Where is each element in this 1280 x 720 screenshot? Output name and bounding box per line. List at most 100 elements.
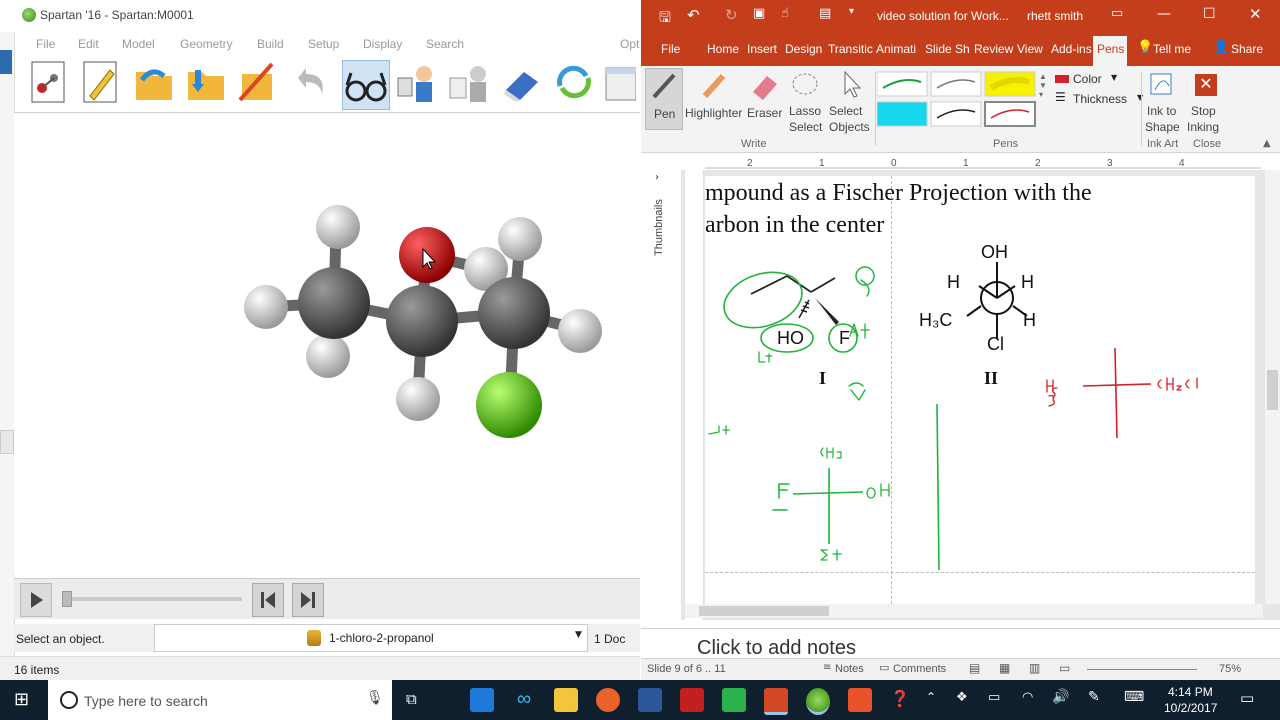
step-forward-button[interactable] [292, 583, 324, 617]
normal-view-icon[interactable]: ▤ [969, 661, 980, 675]
stop-inking-button[interactable]: ✕ Stop Inking [1185, 68, 1229, 134]
menu-search[interactable]: Search [426, 37, 464, 51]
spartan-taskbar-icon[interactable] [806, 688, 830, 715]
reading-view-icon[interactable]: ▥ [1029, 661, 1040, 675]
maximize-icon[interactable]: ☐ [1203, 6, 1216, 22]
minimize-icon[interactable]: — [1157, 6, 1171, 22]
ribbon-display-icon[interactable]: ▭ [1111, 6, 1123, 21]
volume-icon[interactable]: 🔊 [1052, 689, 1069, 705]
comments-button[interactable]: Comments [893, 663, 946, 675]
pen-gallery[interactable] [876, 70, 1043, 130]
close-icon[interactable]: ✕ [1249, 5, 1262, 23]
slideshow-icon[interactable]: ▭ [1059, 661, 1070, 675]
window-button[interactable] [604, 60, 637, 108]
ppt-user-name[interactable]: rhett smith [1027, 9, 1083, 23]
vertical-scrollbar[interactable] [1265, 170, 1280, 604]
dropbox-icon[interactable]: ❖ [956, 690, 968, 705]
windows-start-icon[interactable]: ⊞ [14, 689, 29, 710]
menu-setup[interactable]: Setup [308, 37, 339, 51]
undo-button[interactable] [292, 60, 338, 108]
eraser-button[interactable] [500, 60, 546, 108]
gallery-scroll[interactable]: ▲ ▼ ▾ [1039, 72, 1049, 128]
menu-file[interactable]: File [36, 37, 55, 51]
calculations-button[interactable] [396, 60, 442, 108]
task-view-icon[interactable]: ⧉ [406, 690, 417, 708]
thickness-dropdown[interactable]: ☰ Thickness ▼ [1055, 90, 1145, 108]
new-molecule-button[interactable] [28, 60, 74, 108]
zoom-slider[interactable] [1087, 669, 1197, 670]
clock-date[interactable]: 10/2/2017 [1164, 701, 1217, 715]
menu-build[interactable]: Build [257, 37, 284, 51]
edge-icon[interactable] [470, 688, 494, 712]
tab-slide-show[interactable]: Slide Sh [925, 42, 970, 56]
pen-workspace-icon[interactable]: ✎ [1088, 689, 1100, 705]
step-back-button[interactable] [252, 583, 284, 617]
tab-home[interactable]: Home [707, 42, 739, 56]
tab-transitions[interactable]: Transitic [828, 42, 873, 56]
refresh-button[interactable] [552, 60, 598, 108]
slide-sorter-icon[interactable]: ▦ [999, 661, 1010, 675]
customize-icon[interactable]: ▾ [849, 6, 854, 17]
help-icon[interactable]: ❓ [890, 689, 910, 708]
notes-button[interactable]: Notes [835, 663, 864, 675]
molecule-model[interactable] [14, 113, 640, 575]
menu-model[interactable]: Model [122, 37, 155, 51]
camtasia-recorder-icon[interactable] [848, 688, 872, 712]
tab-add-ins[interactable]: Add-ins [1051, 42, 1092, 56]
acrobat-icon[interactable] [680, 688, 704, 712]
color-dropdown[interactable]: Color ▼ [1055, 70, 1135, 88]
notes-pane[interactable]: Click to add notes [641, 628, 1280, 659]
molecule-selector[interactable]: 1-chloro-2-propanol ▼ [154, 624, 588, 652]
eraser-button[interactable]: Eraser [745, 68, 785, 128]
tab-design[interactable]: Design [785, 42, 822, 56]
view-glasses-button[interactable] [342, 60, 390, 110]
undo-icon[interactable]: ↶ [687, 6, 700, 24]
close-file-button[interactable] [236, 60, 282, 108]
horizontal-scrollbar[interactable] [685, 604, 1263, 618]
pen-tool-button[interactable]: Pen [645, 68, 683, 130]
present-icon[interactable]: ▣ [753, 6, 765, 21]
powerpoint-icon[interactable] [764, 688, 788, 715]
tab-file[interactable]: File [661, 42, 680, 56]
save-icon[interactable]: 🖫 [659, 7, 671, 31]
zoom-level[interactable]: 75% [1219, 663, 1241, 675]
action-center-icon[interactable]: ▭ [1240, 689, 1254, 707]
tab-animations[interactable]: Animati [876, 42, 916, 56]
share-button[interactable]: Share [1231, 42, 1263, 56]
menu-geometry[interactable]: Geometry [180, 37, 233, 51]
camtasia-icon[interactable] [722, 688, 746, 712]
edit-build-button[interactable] [80, 60, 126, 108]
animation-slider[interactable] [62, 591, 242, 607]
tab-insert[interactable]: Insert [747, 42, 777, 56]
select-objects-button[interactable]: Select Objects [827, 68, 873, 134]
clock-time[interactable]: 4:14 PM [1168, 685, 1213, 699]
tab-tell-me[interactable]: Tell me [1153, 42, 1191, 56]
tab-review[interactable]: Review [974, 42, 1013, 56]
taskbar-search-box[interactable]: Type here to search 🎙 [48, 680, 392, 720]
word-icon[interactable] [638, 688, 662, 712]
wifi-icon[interactable]: ◠ [1022, 690, 1033, 705]
menu-options[interactable]: Opt [620, 37, 639, 51]
lasso-select-button[interactable]: Lasso Select [785, 68, 825, 134]
save-folder-button[interactable] [184, 60, 230, 108]
file-explorer-icon[interactable] [554, 688, 578, 712]
molecule-viewport[interactable] [14, 113, 640, 575]
battery-icon[interactable]: ▭ [988, 690, 1000, 705]
menu-edit[interactable]: Edit [78, 37, 99, 51]
slide-canvas[interactable]: mpound as a Fischer Projection with the … [705, 176, 1255, 604]
touch-icon[interactable]: ☝ [781, 6, 789, 21]
open-folder-button[interactable] [132, 60, 178, 108]
tab-view[interactable]: View [1017, 42, 1043, 56]
microphone-icon[interactable]: 🎙 [366, 690, 384, 706]
collapse-ribbon-icon[interactable]: ▲ [1263, 138, 1271, 149]
tab-pens-active[interactable]: Pens [1093, 36, 1127, 66]
infinity-app-icon[interactable]: ∞ [512, 688, 536, 712]
highlighter-button[interactable]: Highlighter [685, 68, 742, 128]
show-hidden-icons[interactable]: ⌃ [926, 690, 936, 704]
redo-icon[interactable]: ↻ [725, 6, 738, 24]
firefox-icon[interactable] [596, 688, 620, 712]
monitor-button[interactable] [448, 60, 494, 108]
keyboard-icon[interactable]: ⌨ [1124, 689, 1144, 705]
thumbnails-pane[interactable]: › Thumbnails [641, 170, 681, 620]
menu-display[interactable]: Display [363, 37, 402, 51]
